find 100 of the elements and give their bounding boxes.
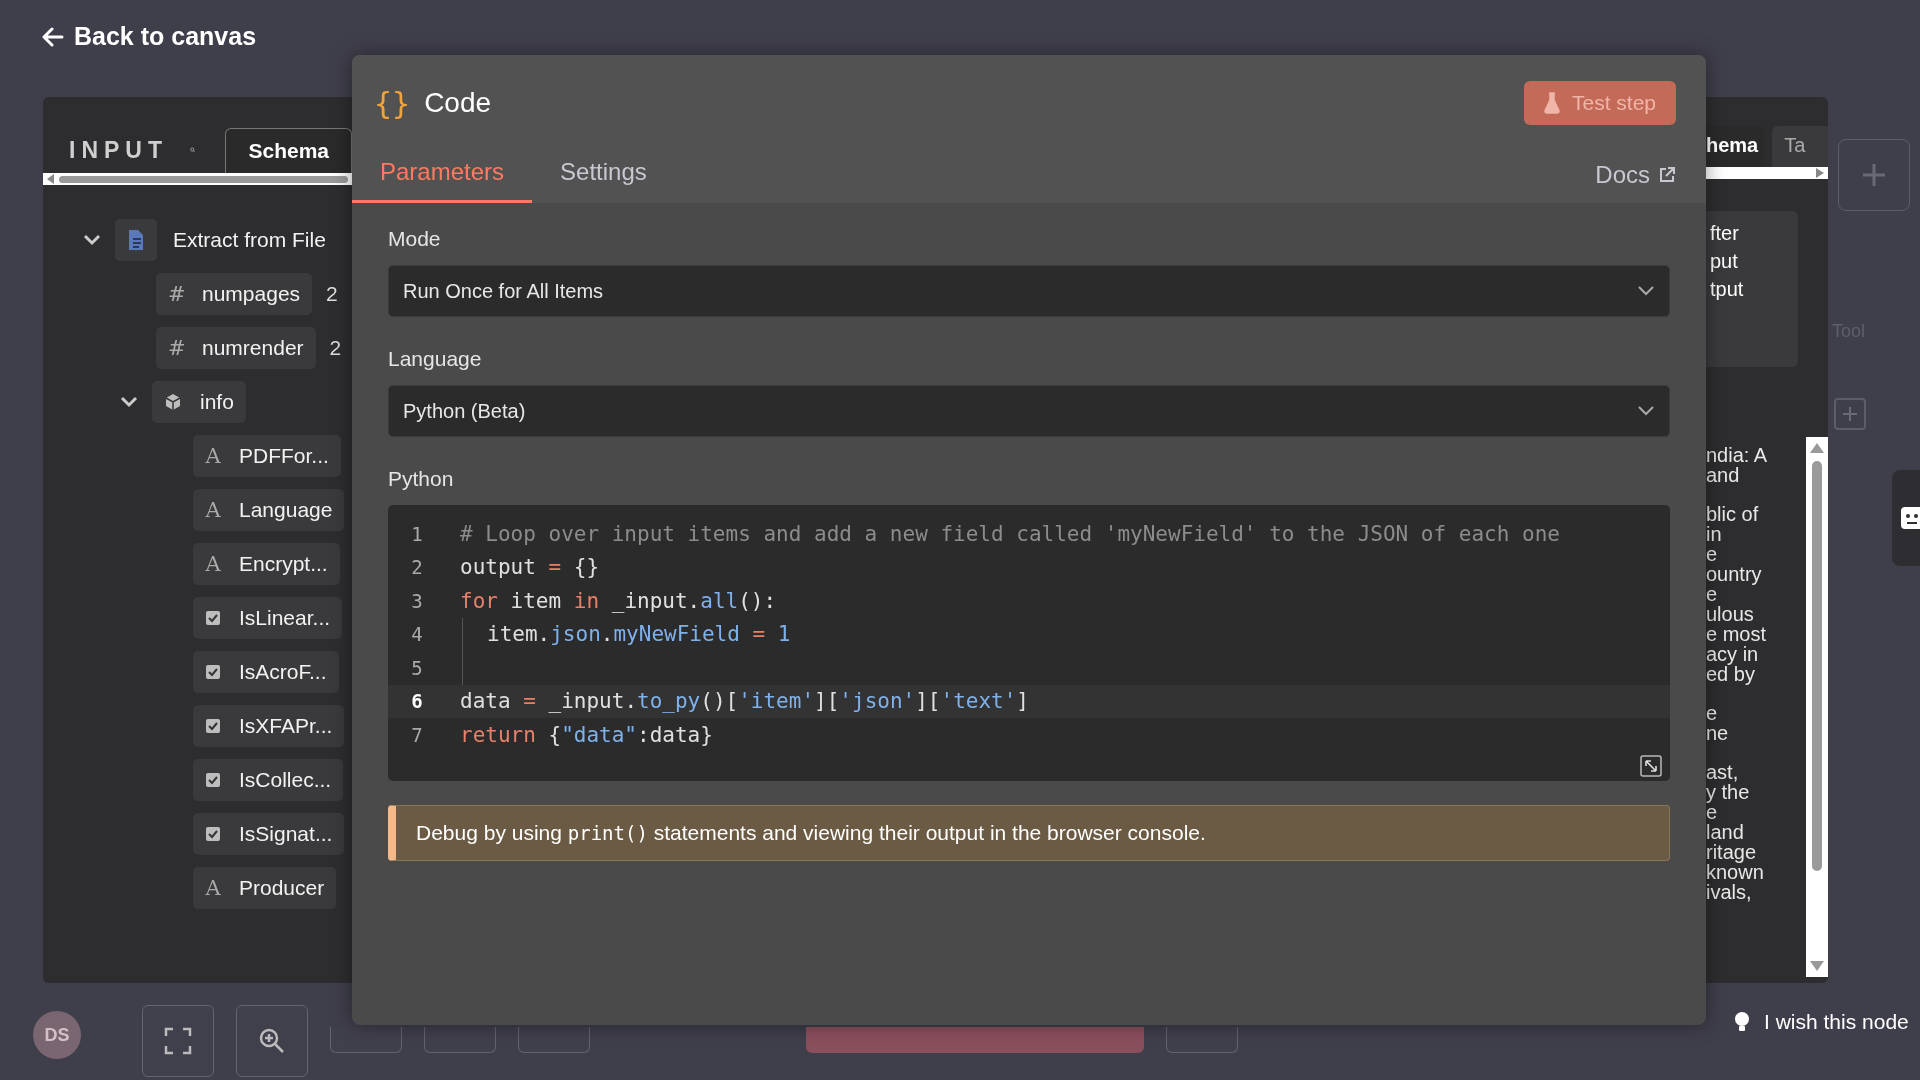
text-line: put — [1710, 249, 1739, 274]
checkbox-type-icon — [205, 718, 221, 734]
string-type-icon: A — [205, 552, 221, 576]
lightbulb-icon — [1734, 1011, 1750, 1033]
resize-icon[interactable] — [1640, 755, 1662, 777]
field-chip[interactable]: IsLinear... — [193, 597, 343, 639]
fit-view-button[interactable] — [142, 1005, 214, 1077]
text-line: in — [1706, 524, 1723, 544]
text-line: ountry — [1706, 564, 1763, 584]
field-chip[interactable]: info — [152, 381, 246, 423]
field-value: 2 — [329, 336, 342, 360]
field-chip[interactable]: IsAcroF... — [193, 651, 339, 693]
chevron-down-icon — [1637, 405, 1655, 417]
code-node-icon: {} — [374, 85, 411, 121]
chevron-icon[interactable] — [120, 396, 138, 408]
text-line: ivals, — [1706, 882, 1753, 902]
reset-zoom-button[interactable] — [424, 1027, 496, 1053]
code-line: for item in _input.all(): — [460, 588, 777, 613]
add-tool-button[interactable] — [1834, 398, 1866, 430]
field-chip[interactable]: A Producer — [193, 867, 337, 909]
text-line: fter — [1710, 221, 1740, 246]
line-number: 6 — [410, 690, 424, 713]
text-line: known — [1706, 862, 1765, 882]
node-name: Extract from File — [173, 228, 326, 252]
schema-tab[interactable]: Schema — [225, 127, 352, 173]
line-number: 5 — [410, 656, 424, 679]
agent-node[interactable] — [1892, 470, 1920, 566]
panel-title: INPUT — [69, 136, 168, 164]
scroll-left-icon[interactable] — [47, 174, 55, 184]
field-label: Language — [388, 347, 483, 371]
line-number: 2 — [410, 556, 424, 579]
zoom-in-icon — [258, 1027, 286, 1055]
text-line: ed by — [1706, 664, 1756, 684]
number-type-icon: # — [168, 336, 184, 360]
line-number: 4 — [410, 623, 424, 646]
string-type-icon: A — [205, 876, 221, 900]
tab[interactable]: hema — [1706, 126, 1765, 167]
code-line: item.json.myNewField = 1 — [487, 622, 791, 647]
field-value: 2 — [326, 282, 338, 306]
field-chip[interactable]: IsXFAPr... — [193, 705, 345, 747]
text-line: ne — [1706, 723, 1730, 743]
text-line: and — [1706, 465, 1741, 485]
zoom-out-button[interactable] — [330, 1027, 402, 1053]
tab[interactable]: Settings — [532, 158, 675, 203]
text-line: y the — [1706, 782, 1751, 802]
code-line: output = {} — [460, 555, 600, 580]
field-chip[interactable]: # numrender — [156, 327, 316, 369]
horizontal-scrollbar[interactable] — [43, 173, 352, 185]
horizontal-scrollbar[interactable] — [1706, 167, 1828, 179]
code-line: data = _input.to_py()['item']['json']['text'] — [460, 689, 1029, 714]
text-line: e most — [1706, 624, 1768, 644]
plus-icon — [1842, 406, 1858, 422]
docs-link[interactable]: Docs — [1595, 161, 1676, 203]
line-number: 7 — [410, 723, 424, 746]
code-editor[interactable] — [388, 505, 1670, 781]
select-field[interactable]: Python (Beta) — [388, 385, 1670, 437]
flask-icon — [1543, 92, 1560, 114]
vertical-scrollbar[interactable] — [1806, 437, 1828, 977]
string-type-icon: A — [205, 498, 221, 522]
field-label: Mode — [388, 227, 442, 251]
field-label: Python — [388, 467, 455, 491]
text-line: e — [1706, 584, 1718, 604]
tab[interactable]: Ta — [1772, 126, 1828, 167]
field-chip[interactable]: IsSignat... — [193, 813, 345, 855]
line-number: 3 — [410, 589, 424, 612]
text-line: ast, — [1706, 762, 1740, 782]
field-chip[interactable]: A Encrypt... — [193, 543, 340, 585]
back-link[interactable]: Back to canvas — [42, 22, 257, 51]
chevron-icon[interactable] — [83, 234, 101, 246]
text-line: blic of — [1706, 504, 1760, 524]
external-link-icon — [1658, 166, 1676, 184]
text-line: land — [1706, 822, 1745, 842]
cube-icon — [164, 393, 182, 411]
text-line: e — [1706, 544, 1719, 564]
text-line: ndia: A — [1706, 445, 1769, 465]
code-line: # Loop over input items and add a new field called 'myNewField' to the JSON of each one — [460, 521, 1560, 546]
text-line: e — [1706, 703, 1719, 723]
zoom-in-button[interactable] — [236, 1005, 308, 1077]
feedback-hint: I wish this node — [1764, 1010, 1909, 1034]
text-line: ulous — [1706, 604, 1755, 624]
field-chip[interactable]: A Language — [193, 489, 345, 531]
scroll-right-icon[interactable] — [1816, 168, 1824, 178]
checkbox-type-icon — [205, 772, 221, 788]
string-type-icon: A — [205, 444, 221, 468]
field-chip[interactable]: # numpages — [156, 273, 313, 315]
modal-title: Code — [424, 87, 493, 119]
scroll-up-icon[interactable] — [1810, 443, 1824, 453]
field-chip[interactable]: A PDFFor... — [193, 435, 341, 477]
add-node-button[interactable] — [1838, 139, 1910, 211]
text-line: tput — [1710, 277, 1745, 302]
arrow-left-icon — [42, 26, 64, 47]
chevron-down-icon — [1637, 285, 1655, 297]
checkbox-type-icon — [205, 826, 221, 842]
select-field[interactable]: Run Once for All Items — [388, 265, 1670, 317]
scroll-down-icon[interactable] — [1810, 961, 1824, 971]
toolbar-button[interactable] — [1166, 1027, 1238, 1053]
toolbar-button[interactable] — [518, 1027, 590, 1053]
debug-notice-text: Debug by using print() statements and viewing their output in the browser console. — [416, 821, 1206, 845]
field-chip[interactable]: IsCollec... — [193, 759, 344, 801]
plus-icon — [1861, 162, 1887, 188]
